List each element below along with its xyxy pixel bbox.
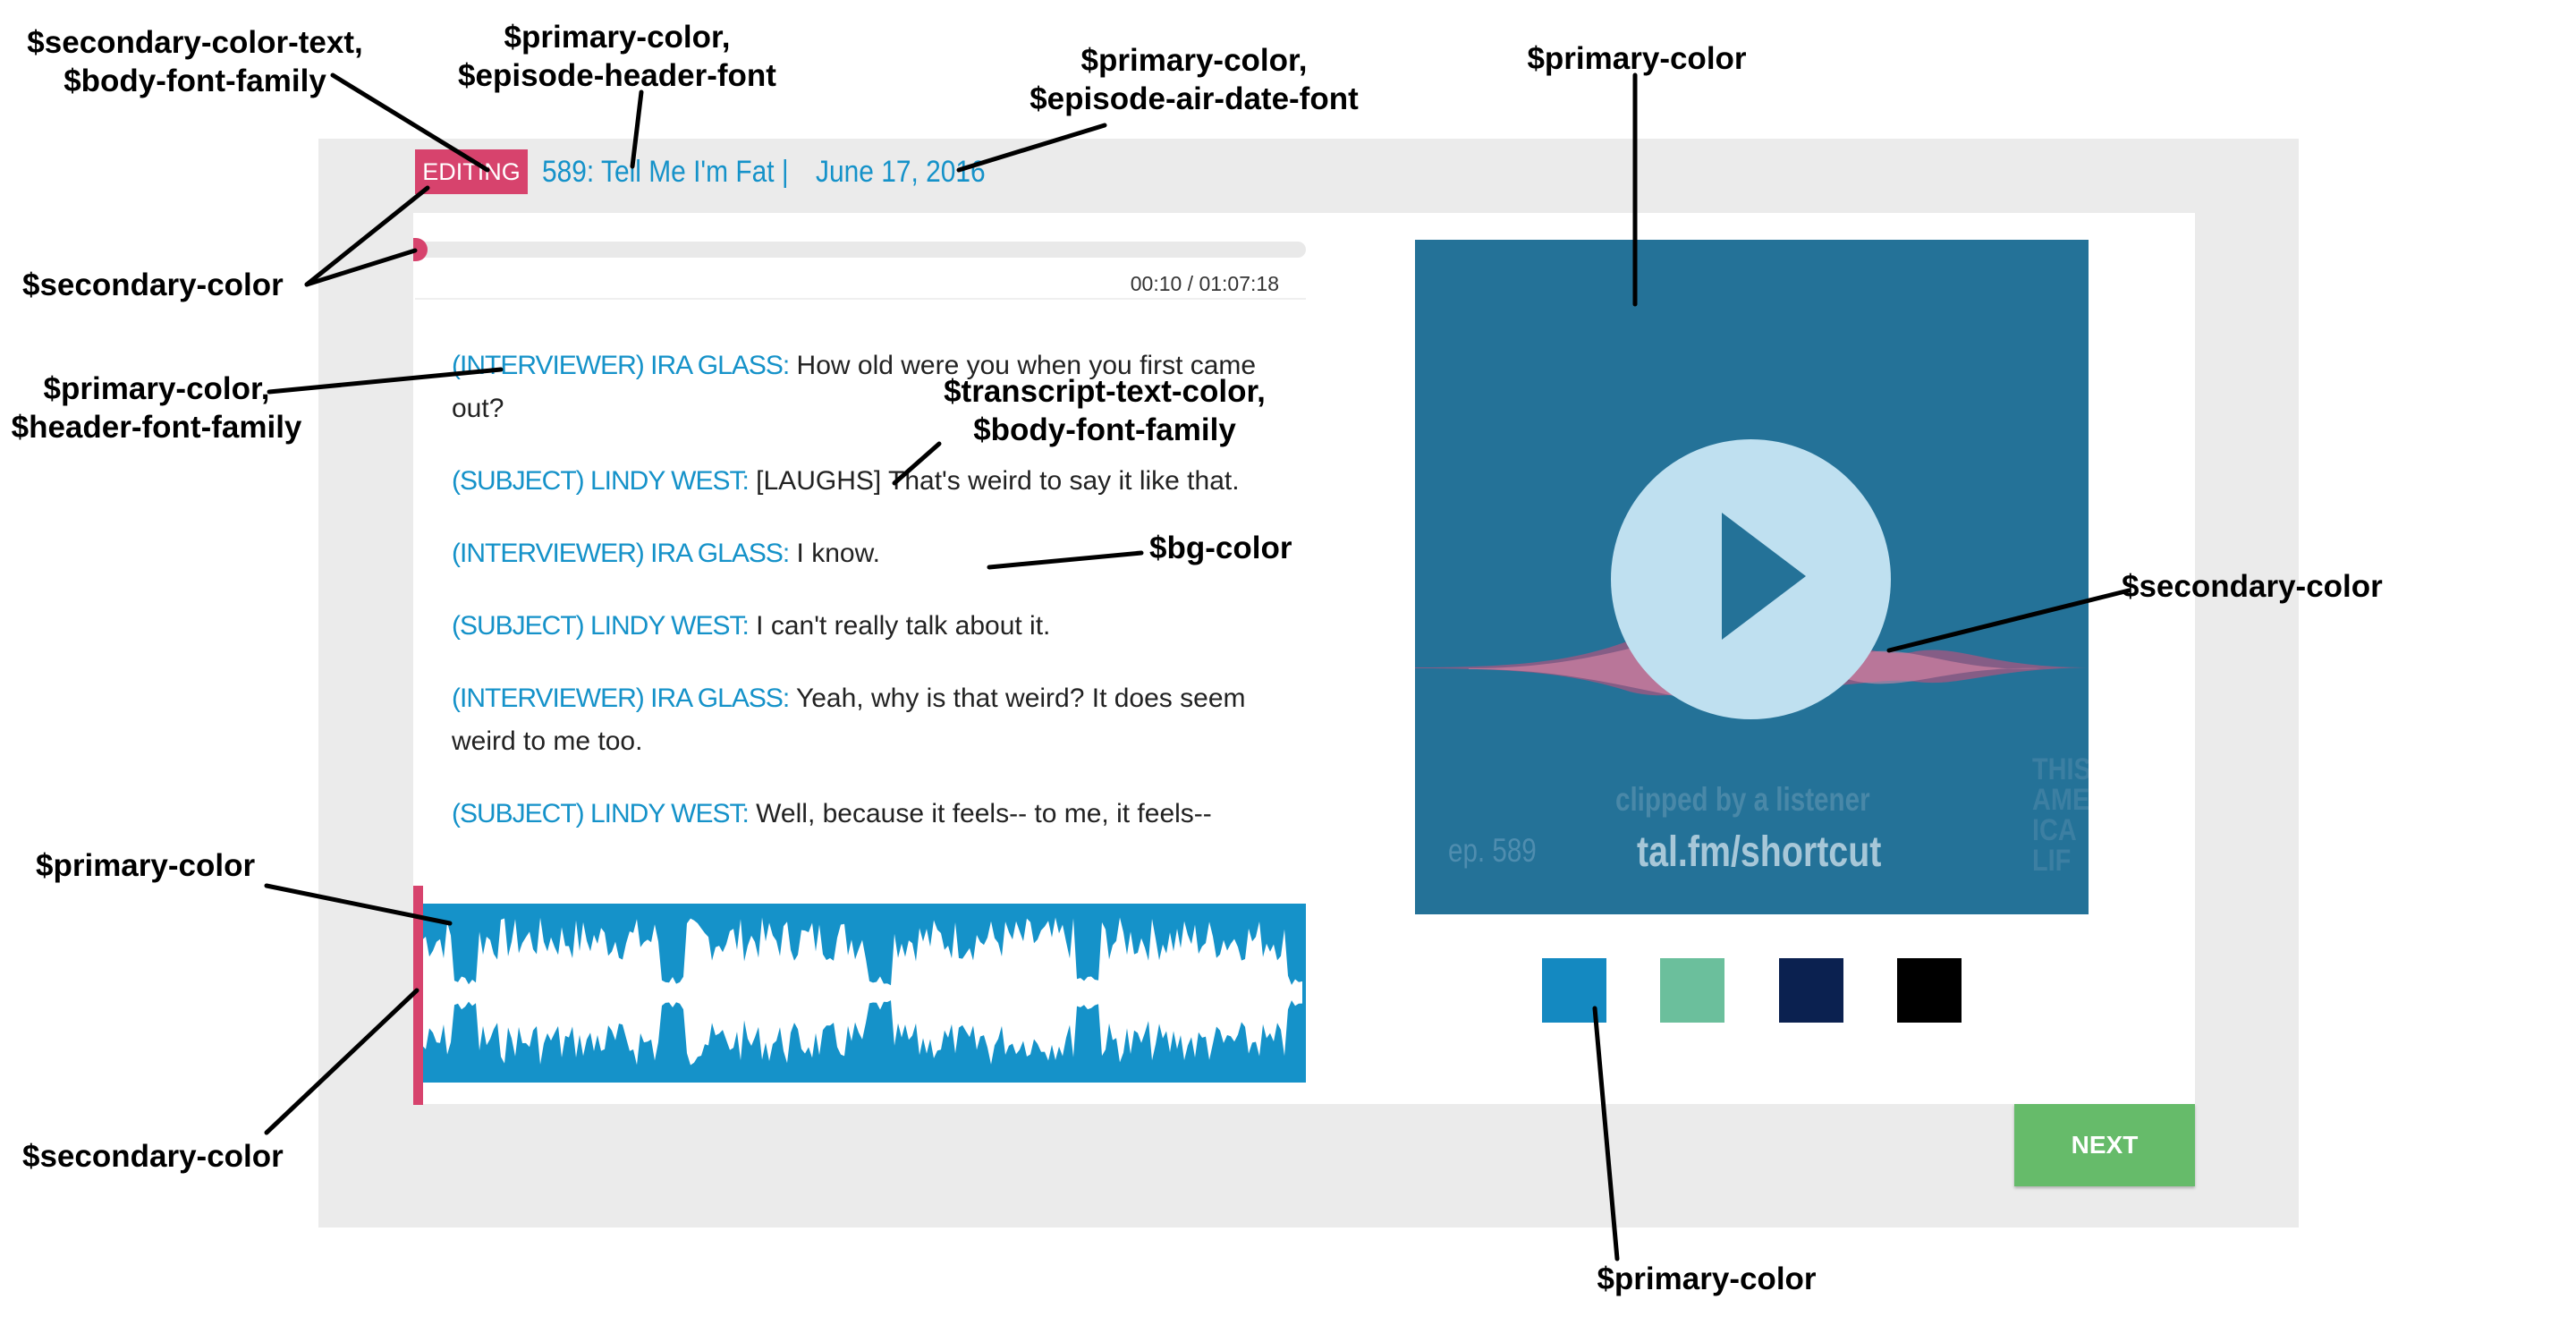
annotation-preview: $primary-color [1527,41,1747,76]
annotation-date: $primary-color, $episode-air-date-font [1030,43,1359,116]
color-swatch-green[interactable] [1660,958,1724,1023]
transcript-text: [LAUGHS] That's weird to say it like tha… [748,466,1240,496]
waveform-graphic [422,917,1302,1066]
waveform-shape [422,917,1302,1066]
annotation-cursor: $secondary-color [22,1139,284,1174]
annotation-progress: $secondary-color [22,268,284,302]
annotation-transcript-text: $transcript-text-color, $body-font-family [944,374,1266,447]
clip-credit: clipped by a listener [1615,781,1870,818]
speaker-label: (SUBJECT) LINDY WEST: [452,799,750,828]
transcript-text: I can't really talk about it. [748,611,1051,641]
play-icon [1722,513,1806,640]
color-swatch-navy[interactable] [1779,958,1843,1023]
show-logo: THIS AME ICA LIF [2032,752,2089,878]
transcript-line[interactable]: (SUBJECT) LINDY WEST: [LAUGHS] That's we… [452,460,1292,503]
episode-air-date: June 17, 2016 [816,155,986,189]
speaker-label: (INTERVIEWER) IRA GLASS: [452,539,790,568]
annotation-title: $primary-color, $episode-header-font [458,20,776,93]
speaker-label: (SUBJECT) LINDY WEST: [452,466,750,496]
waveform-cursor[interactable] [413,886,423,1105]
color-swatch-black[interactable] [1897,958,1962,1023]
waveform[interactable] [413,904,1306,1083]
speaker-label: (SUBJECT) LINDY WEST: [452,611,750,641]
transcript-line[interactable]: (INTERVIEWER) IRA GLASS: Yeah, why is th… [452,677,1292,763]
annotation-swatch: $primary-color [1597,1261,1817,1296]
transcript-text: Well, because it feels-- to me, it feels… [748,799,1212,828]
color-swatch-blue[interactable] [1542,958,1606,1023]
speaker-label: (INTERVIEWER) IRA GLASS: [452,351,790,380]
annotation-waveform: $primary-color [36,848,256,883]
transcript-line[interactable]: (SUBJECT) LINDY WEST: Well, because it f… [452,793,1292,836]
annotation-bg: $bg-color [1149,531,1292,565]
shortcut-url: tal.fm/shortcut [1637,828,1882,876]
time-readout: 00:10 / 01:07:18 [1130,272,1279,295]
progress-bar[interactable] [415,242,1306,258]
speaker-label: (INTERVIEWER) IRA GLASS: [452,684,790,713]
editing-badge: EDITING [415,149,528,194]
transcript-text: I know. [789,539,880,568]
transcript-line[interactable]: (SUBJECT) LINDY WEST: I can't really tal… [452,605,1292,648]
annotation-wave-accent: $secondary-color [2122,569,2383,604]
transcript-divider [415,298,1306,300]
episode-number: ep. 589 [1448,832,1537,869]
annotation-badge: $secondary-color-text, $body-font-family [27,25,363,98]
next-button[interactable]: NEXT [2014,1104,2195,1186]
annotation-speaker: $primary-color, $header-font-family [11,371,302,445]
episode-title: 589: Tell Me I'm Fat | [542,155,789,189]
